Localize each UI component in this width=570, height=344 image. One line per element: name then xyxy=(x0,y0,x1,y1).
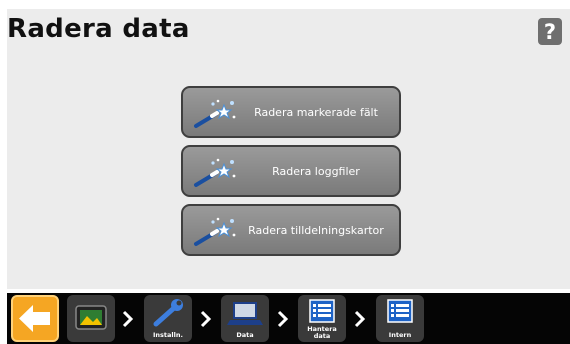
chevron-right-icon xyxy=(277,310,289,328)
help-icon: ? xyxy=(543,19,557,44)
chevron-right-icon xyxy=(354,310,366,328)
wand-icon xyxy=(194,158,236,187)
laptop-icon xyxy=(227,302,263,325)
wrench-icon xyxy=(153,299,183,327)
breadcrumb-label: Data xyxy=(236,331,254,339)
back-arrow-icon xyxy=(19,305,50,332)
page-title: Radera data xyxy=(7,14,190,44)
breadcrumb-data[interactable]: Data xyxy=(221,295,269,342)
chevron-right-icon xyxy=(200,310,212,328)
wand-icon xyxy=(194,217,236,246)
breadcrumb-internal[interactable]: Intern xyxy=(376,295,424,342)
delete-selected-fields-button[interactable]: Radera markerade fält xyxy=(181,86,401,138)
breadcrumb-settings[interactable]: Installn. xyxy=(144,295,192,342)
chevron-right-icon xyxy=(122,310,134,328)
delete-prescription-maps-button[interactable]: Radera tilldelningskartor xyxy=(181,204,401,256)
list-icon xyxy=(309,299,335,323)
list-icon xyxy=(387,299,413,323)
back-button[interactable] xyxy=(11,295,59,342)
action-label: Radera markerade fält xyxy=(254,105,378,119)
wand-icon xyxy=(194,99,236,128)
breadcrumb-manage-data[interactable]: Hantera data xyxy=(298,295,346,342)
delete-log-files-button[interactable]: Radera loggfiler xyxy=(181,145,401,197)
help-button[interactable]: ? xyxy=(538,18,562,45)
action-label: Radera loggfiler xyxy=(272,164,360,178)
breadcrumb-home[interactable] xyxy=(67,295,115,342)
breadcrumb-label: Hantera data xyxy=(307,325,337,340)
display-icon xyxy=(75,305,107,330)
breadcrumb-label: Intern xyxy=(388,331,412,339)
action-label: Radera tilldelningskartor xyxy=(248,223,384,237)
breadcrumb-label: Installn. xyxy=(153,331,183,339)
